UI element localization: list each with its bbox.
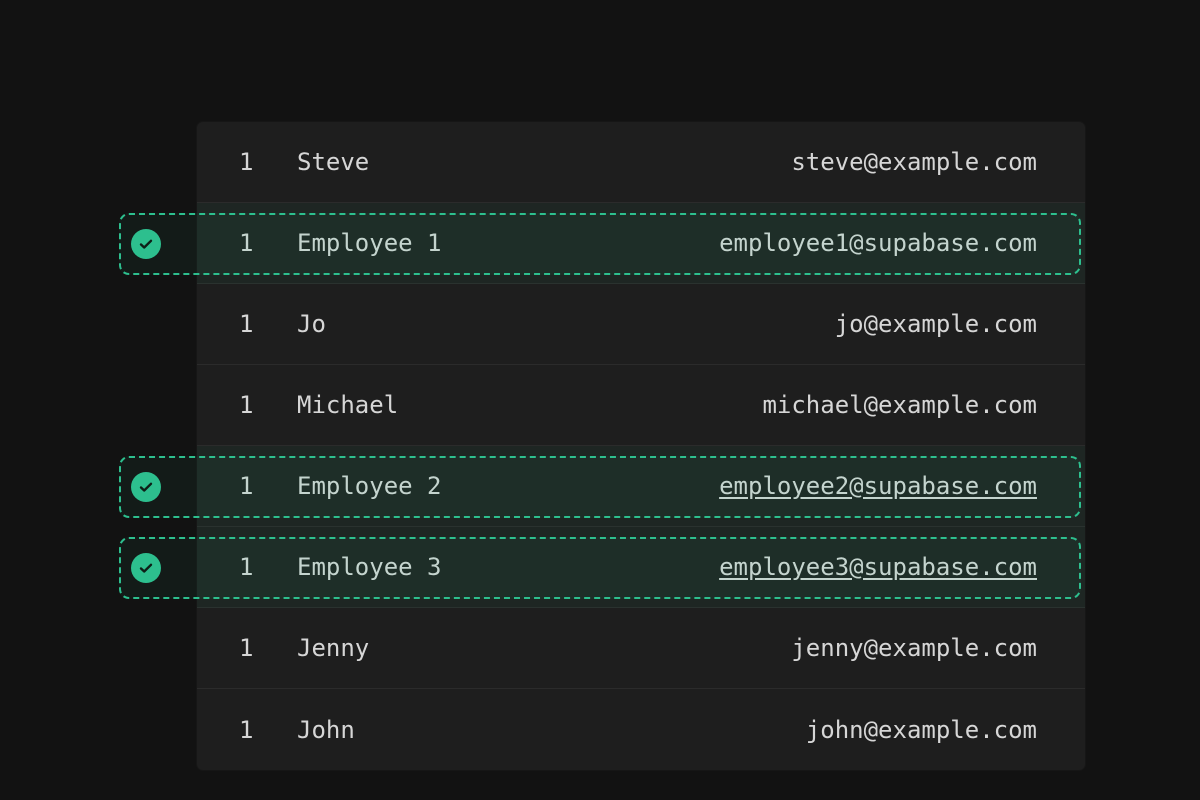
- row-index: 1: [239, 472, 297, 500]
- row-email[interactable]: employee3@supabase.com: [719, 553, 1037, 581]
- row-name: Steve: [297, 148, 369, 176]
- check-icon: [138, 560, 154, 576]
- row-email: jo@example.com: [835, 310, 1037, 338]
- row-name: Jenny: [297, 634, 369, 662]
- row-email: steve@example.com: [791, 148, 1037, 176]
- table-row[interactable]: 1 Employee 2 employee2@supabase.com: [197, 446, 1085, 527]
- check-badge: [131, 472, 161, 502]
- row-index: 1: [239, 148, 297, 176]
- row-email[interactable]: employee2@supabase.com: [719, 472, 1037, 500]
- table-row[interactable]: 1 Employee 3 employee3@supabase.com: [197, 527, 1085, 608]
- data-table: 1 Steve steve@example.com 1 Employee 1 e…: [197, 122, 1085, 770]
- row-index: 1: [239, 310, 297, 338]
- row-name: Jo: [297, 310, 326, 338]
- row-email: michael@example.com: [762, 391, 1037, 419]
- check-badge: [131, 229, 161, 259]
- table-row[interactable]: 1 Michael michael@example.com: [197, 365, 1085, 446]
- row-name: John: [297, 716, 355, 744]
- table-row[interactable]: 1 Jo jo@example.com: [197, 284, 1085, 365]
- check-icon: [138, 236, 154, 252]
- table-row[interactable]: 1 Steve steve@example.com: [197, 122, 1085, 203]
- row-email: employee1@supabase.com: [719, 229, 1037, 257]
- row-index: 1: [239, 229, 297, 257]
- row-name: Employee 3: [297, 553, 442, 581]
- row-email: john@example.com: [806, 716, 1037, 744]
- row-index: 1: [239, 553, 297, 581]
- row-email: jenny@example.com: [791, 634, 1037, 662]
- canvas: 1 Steve steve@example.com 1 Employee 1 e…: [0, 0, 1200, 800]
- row-name: Employee 2: [297, 472, 442, 500]
- check-badge: [131, 553, 161, 583]
- row-index: 1: [239, 716, 297, 744]
- table-row[interactable]: 1 John john@example.com: [197, 689, 1085, 770]
- table-row[interactable]: 1 Employee 1 employee1@supabase.com: [197, 203, 1085, 284]
- row-name: Michael: [297, 391, 398, 419]
- row-name: Employee 1: [297, 229, 442, 257]
- row-index: 1: [239, 634, 297, 662]
- row-index: 1: [239, 391, 297, 419]
- table-row[interactable]: 1 Jenny jenny@example.com: [197, 608, 1085, 689]
- check-icon: [138, 479, 154, 495]
